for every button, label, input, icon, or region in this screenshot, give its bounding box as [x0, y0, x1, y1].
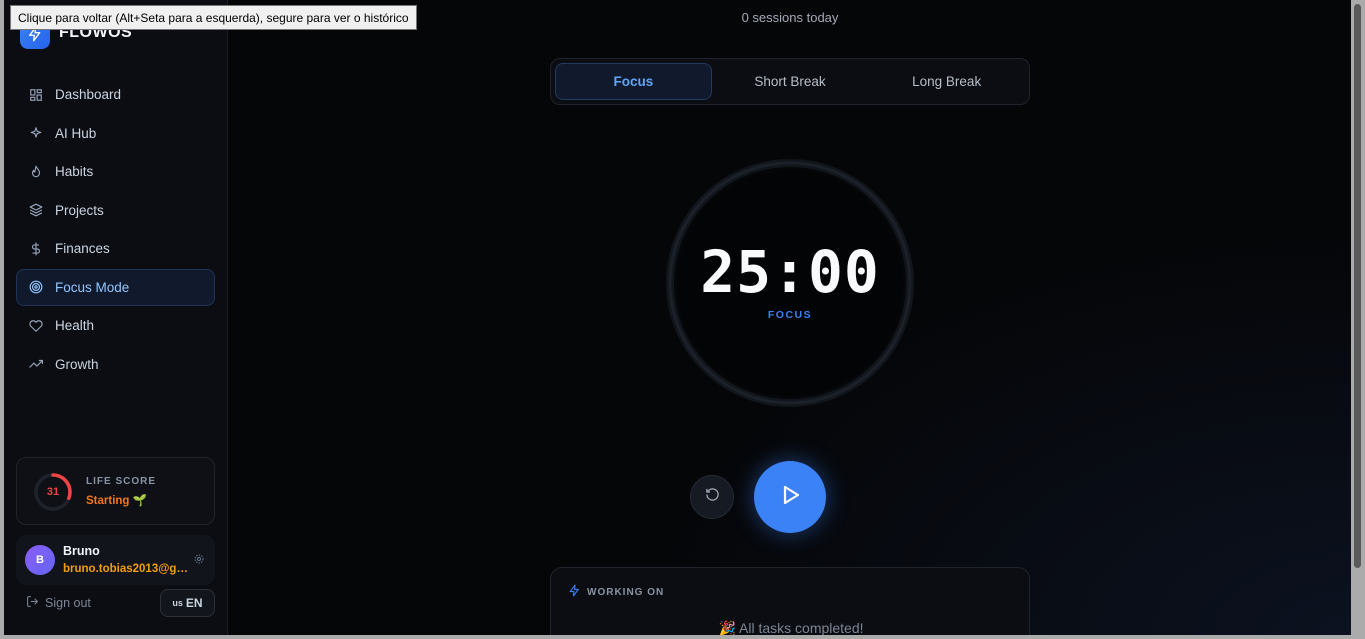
timer-ring: 25:00 FOCUS [665, 158, 915, 408]
sidebar-item-label: Habits [55, 164, 94, 179]
sidebar-item-finances[interactable]: Finances [16, 230, 215, 267]
timer-mode-label: FOCUS [767, 309, 813, 321]
sign-out-label: Sign out [45, 596, 91, 610]
tab-short-break[interactable]: Short Break [712, 63, 869, 100]
back-button-tooltip: Clique para voltar (Alt+Seta para a esqu… [10, 5, 417, 30]
lightning-icon [568, 584, 581, 600]
heart-icon [29, 319, 43, 333]
target-icon [29, 280, 43, 294]
working-on-label: WORKING ON [587, 586, 665, 598]
trending-up-icon [29, 357, 43, 371]
scrollbar-thumb[interactable] [1354, 4, 1361, 568]
sidebar-item-focus-mode[interactable]: Focus Mode [16, 268, 215, 306]
sidebar-item-label: Finances [55, 241, 110, 256]
sidebar-item-label: Health [55, 318, 95, 333]
sidebar: FLOWOS Dashboard AI Hub Habits Projects … [4, 0, 228, 635]
main-content: 0 sessions today Focus Short Break Long … [228, 0, 1355, 635]
life-score-label: LIFE SCORE [86, 476, 157, 487]
sidebar-item-label: Focus Mode [55, 279, 130, 295]
language-code: EN [185, 596, 203, 610]
tab-focus[interactable]: Focus [555, 63, 712, 100]
timer-display: 25:00 [700, 238, 880, 306]
sidebar-item-label: Dashboard [55, 87, 122, 102]
sidebar-item-growth[interactable]: Growth [16, 346, 215, 383]
sidebar-item-label: Projects [55, 202, 104, 218]
sidebar-item-label: AI Hub [55, 125, 97, 141]
flag-icon: us [172, 598, 183, 608]
user-name: Bruno [63, 544, 100, 558]
sidebar-item-projects[interactable]: Projects [16, 192, 215, 229]
tasks-status: 🎉 All tasks completed! [718, 620, 864, 635]
avatar: B [25, 545, 55, 575]
timer-mode-tabs: Focus Short Break Long Break [550, 58, 1030, 105]
sidebar-item-health[interactable]: Health [16, 307, 215, 344]
working-on-header: WORKING ON [568, 584, 664, 600]
layers-icon [29, 203, 43, 217]
life-score-value: 31 [46, 486, 60, 498]
app-window: FLOWOS Dashboard AI Hub Habits Projects … [4, 0, 1355, 635]
sidebar-item-dashboard[interactable]: Dashboard [16, 76, 215, 113]
working-on-card: WORKING ON 🎉 All tasks completed! [550, 567, 1030, 635]
sidebar-item-habits[interactable]: Habits [16, 153, 215, 190]
flame-icon [29, 165, 43, 179]
sidebar-nav: Dashboard AI Hub Habits Projects Finance… [16, 76, 215, 384]
sidebar-item-ai-hub[interactable]: AI Hub [16, 115, 215, 152]
sparkle-icon [29, 126, 43, 140]
play-icon [778, 483, 802, 512]
sign-out-button[interactable]: Sign out [26, 595, 91, 611]
user-email: bruno.tobias2013@gmail.com [63, 563, 189, 575]
reset-button[interactable] [690, 475, 734, 519]
dollar-icon [29, 242, 43, 256]
life-score-status: Starting 🌱 [86, 495, 147, 507]
tab-long-break[interactable]: Long Break [868, 63, 1025, 100]
dashboard-icon [29, 88, 43, 102]
reset-icon [705, 487, 720, 507]
logout-icon [26, 595, 39, 611]
user-card[interactable]: B Bruno bruno.tobias2013@gmail.com [16, 535, 215, 585]
sidebar-item-label: Growth [55, 356, 99, 372]
life-score-card[interactable]: 31 LIFE SCORE Starting 🌱 [16, 457, 215, 525]
play-button[interactable] [754, 461, 826, 533]
language-button[interactable]: us EN [160, 589, 215, 617]
gear-icon[interactable] [193, 553, 205, 565]
